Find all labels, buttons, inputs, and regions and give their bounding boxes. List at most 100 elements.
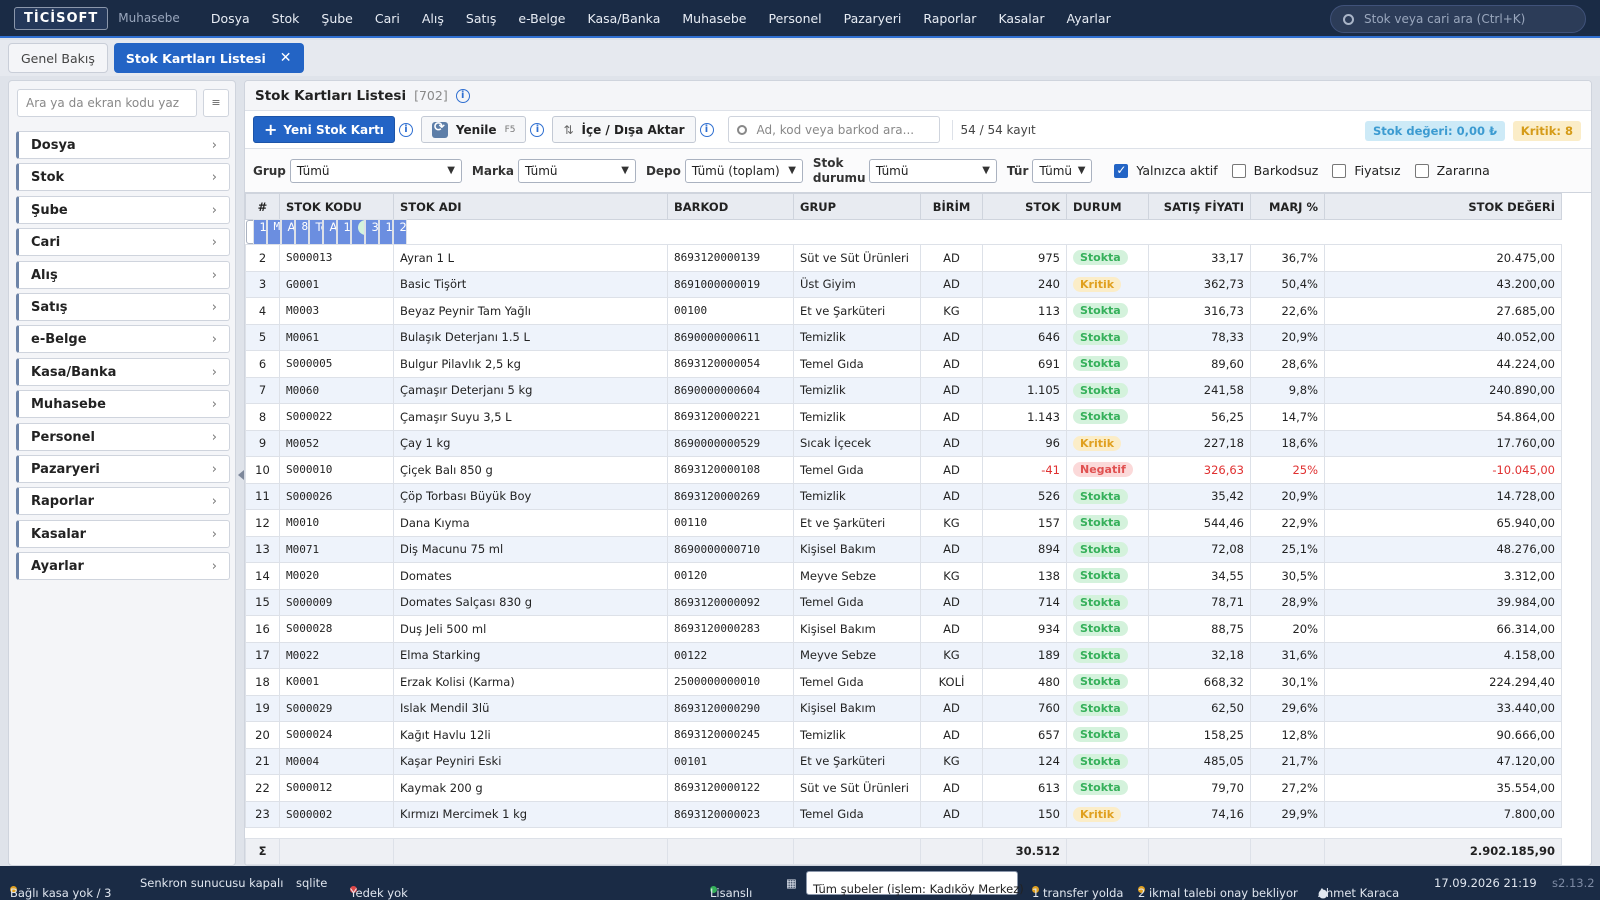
sidebar-item-stok[interactable]: Stok › <box>16 163 230 191</box>
import-export-button[interactable]: ⇅ İçe / Dışa Aktar <box>552 116 696 143</box>
menu-ayarlar[interactable]: Ayarlar <box>1056 11 1122 26</box>
col-header-name[interactable]: STOK ADI <box>393 193 668 220</box>
refresh-button[interactable]: Yenile F5 <box>420 116 527 143</box>
table-row[interactable]: 9 M0052 Çay 1 kg 8690000000529 Sıcak İçecek A… <box>245 429 1562 457</box>
col-header-barcode[interactable]: BARKOD <box>667 193 794 220</box>
menu-cari[interactable]: Cari <box>364 11 411 26</box>
menu-raporlar[interactable]: Raporlar <box>912 11 987 26</box>
menu-stok[interactable]: Stok <box>261 11 311 26</box>
loss-checkbox[interactable]: Zararına <box>1414 163 1490 178</box>
global-search-input[interactable]: Stok veya cari ara (Ctrl+K) <box>1330 5 1586 33</box>
cell-margin: 17,5% <box>378 218 393 246</box>
table-row[interactable]: 13 M0071 Diş Macunu 75 ml 8690000000710 Kişi… <box>245 535 1562 563</box>
info-icon[interactable]: i <box>699 122 714 137</box>
refresh-icon <box>431 120 448 138</box>
info-icon[interactable]: i <box>455 88 470 103</box>
sidebar-item-kasa-banka[interactable]: Kasa/Banka › <box>16 358 230 386</box>
cell-index: 10 <box>245 456 280 484</box>
table-row[interactable]: 20 S000024 Kağıt Havlu 12li 8693120000245 Te… <box>245 721 1562 749</box>
table-row[interactable]: 16 S000028 Duş Jeli 500 ml 8693120000283 Kiş… <box>245 615 1562 643</box>
new-stock-card-button[interactable]: + Yeni Stok Kartı <box>253 116 395 143</box>
brand-logo[interactable]: TİCİSOFT <box>14 6 109 30</box>
col-header-stock[interactable]: STOK <box>982 193 1067 220</box>
table-row[interactable]: 10 S000010 Çiçek Balı 850 g 8693120000108 Te… <box>245 456 1562 484</box>
table-row[interactable]: 21 M0004 Kaşar Peyniri Eski 00101 Et ve Şark… <box>245 747 1562 775</box>
sidebar-item-alis[interactable]: Alış › <box>16 261 230 289</box>
sidebar-item-sube[interactable]: Şube › <box>16 196 230 224</box>
tab-overview[interactable]: Genel Bakış <box>8 43 108 73</box>
col-header-code[interactable]: STOK KODU <box>279 193 394 220</box>
cell-group: Temizlik <box>793 721 921 749</box>
type-filter-select[interactable]: Tümü ▼ <box>1032 158 1093 183</box>
table-row[interactable]: 14 M0020 Domates 00120 Meyve Sebze KG 138 Stokt… <box>245 562 1562 590</box>
menu-sube[interactable]: Şube <box>310 11 363 26</box>
table-row[interactable]: 1M0040Ayçiçek Yağı 5 L8690000000406Temel… <box>245 218 407 246</box>
sidebar-item-raporlar[interactable]: Raporlar › <box>16 487 230 515</box>
info-icon[interactable]: i <box>398 122 413 137</box>
cell-price: 668,32 <box>1148 668 1251 696</box>
table-row[interactable]: 23 S000002 Kırmızı Mercimek 1 kg 8693120000… <box>245 800 1562 828</box>
col-header-unit[interactable]: BİRİM <box>920 193 983 220</box>
menu-muhasebe[interactable]: Muhasebe <box>671 11 757 26</box>
table-row[interactable]: 19 S000029 Islak Mendil 3lü 8693120000290 Ki… <box>245 694 1562 722</box>
main-panel: Stok Kartları Listesi [702] i + Yeni Stok… <box>244 80 1592 866</box>
only-active-checkbox[interactable]: Yalnızca aktif <box>1114 163 1218 178</box>
stock-status-filter-select[interactable]: Tümü ▼ <box>868 158 997 183</box>
cell-index: 13 <box>245 535 280 563</box>
sidebar-item-ayarlar[interactable]: Ayarlar › <box>16 552 230 580</box>
table-row[interactable]: 17 M0022 Elma Starking 00122 Meyve Sebze KG 18… <box>245 641 1562 669</box>
group-filter-select[interactable]: Tümü ▼ <box>289 158 462 183</box>
menu-kasalar[interactable]: Kasalar <box>987 11 1055 26</box>
sidebar-item-ebelge[interactable]: e-Belge › <box>16 325 230 353</box>
sidebar-item-dosya[interactable]: Dosya › <box>16 131 230 159</box>
datetime: 17.09.2026 21:19 <box>1434 876 1537 890</box>
sidebar-item-pazaryeri[interactable]: Pazaryeri › <box>16 455 230 483</box>
sidebar-item-kasalar[interactable]: Kasalar › <box>16 520 230 548</box>
menu-list-icon[interactable]: ≡ <box>203 89 229 117</box>
col-header-index[interactable]: # <box>245 193 280 220</box>
cell-status: Negatif <box>1066 456 1149 484</box>
sidebar-search-input[interactable]: Ara ya da ekran kodu yaz <box>17 89 197 117</box>
no-barcode-checkbox[interactable]: Barkodsuz <box>1231 163 1318 178</box>
menu-pazaryeri[interactable]: Pazaryeri <box>833 11 913 26</box>
menu-dosya[interactable]: Dosya <box>200 11 261 26</box>
cell-value: 48.276,00 <box>1324 535 1562 563</box>
col-header-price[interactable]: SATIŞ FİYATI <box>1148 193 1251 220</box>
sidebar-item-personel[interactable]: Personel › <box>16 423 230 451</box>
sidebar-item-muhasebe[interactable]: Muhasebe › <box>16 390 230 418</box>
table-row[interactable]: 2 S000013 Ayran 1 L 8693120000139 Süt ve Süt… <box>245 244 1562 272</box>
sidebar-item-cari[interactable]: Cari › <box>16 228 230 256</box>
table-row[interactable]: 4 M0003 Beyaz Peynir Tam Yağlı 00100 Et ve Ş… <box>245 297 1562 325</box>
col-header-value[interactable]: STOK DEĞERİ <box>1324 193 1562 220</box>
tab-stock-cards[interactable]: Stok Kartları Listesi ✕ <box>113 43 304 73</box>
table-row[interactable]: 18 K0001 Erzak Kolisi (Karma) 2500000000010… <box>245 668 1562 696</box>
table-row[interactable]: 11 S000026 Çöp Torbası Büyük Boy 8693120000… <box>245 482 1562 510</box>
cell-unit: AD <box>920 456 983 484</box>
table-row[interactable]: 5 M0061 Bulaşık Deterjanı 1.5 L 86900000006… <box>245 323 1562 351</box>
col-header-margin[interactable]: MARJ % <box>1250 193 1325 220</box>
col-header-group[interactable]: GRUP <box>793 193 921 220</box>
brand-filter-select[interactable]: Tümü ▼ <box>517 158 636 183</box>
table-row[interactable]: 15 S000009 Domates Salçası 830 g 8693120000… <box>245 588 1562 616</box>
table-row[interactable]: 8 S000022 Çamaşır Suyu 3,5 L 8693120000221 T… <box>245 403 1562 431</box>
menu-kasa-banka[interactable]: Kasa/Banka <box>577 11 672 26</box>
menu-ebelge[interactable]: e-Belge <box>507 11 576 26</box>
col-header-status[interactable]: DURUM <box>1066 193 1149 220</box>
table-row[interactable]: 3 G0001 Basic Tişört 8691000000019 Üst Giyim… <box>245 270 1562 298</box>
close-icon[interactable]: ✕ <box>280 50 292 66</box>
critical-badge[interactable]: Kritik: 8 <box>1512 121 1581 141</box>
info-icon[interactable]: i <box>530 122 545 137</box>
table-row[interactable]: 12 M0010 Dana Kıyma 00110 Et ve Şarküteri KG 1… <box>245 509 1562 537</box>
table-row[interactable]: 6 S000005 Bulgur Pilavlık 2,5 kg 8693120000… <box>245 350 1562 378</box>
depot-filter-select[interactable]: Tümü (toplam) ▼ <box>684 158 803 183</box>
chevron-right-icon: › <box>211 461 217 477</box>
menu-personel[interactable]: Personel <box>757 11 832 26</box>
menu-alis[interactable]: Alış <box>411 11 455 26</box>
menu-satis[interactable]: Satış <box>455 11 507 26</box>
stock-search-input[interactable]: Ad, kod veya barkod ara... <box>727 116 940 143</box>
table-row[interactable]: 7 M0060 Çamaşır Deterjanı 5 kg 869000000060… <box>245 376 1562 404</box>
branch-select[interactable]: Tüm şubeler (işlem: Kadıköy Merkez) <box>806 871 1024 896</box>
no-price-checkbox[interactable]: Fiyatsız <box>1332 163 1401 178</box>
sidebar-item-satis[interactable]: Satış › <box>16 293 230 321</box>
table-row[interactable]: 22 S000012 Kaymak 200 g 8693120000122 Süt ve… <box>245 774 1562 802</box>
